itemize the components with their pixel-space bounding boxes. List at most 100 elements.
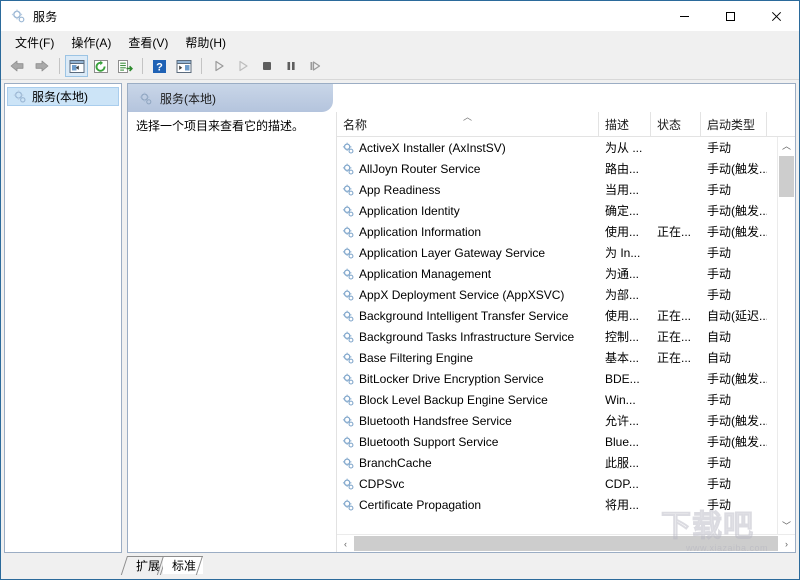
service-gear-icon bbox=[341, 267, 355, 281]
service-gear-icon bbox=[341, 477, 355, 491]
column-header-logon-as[interactable] bbox=[767, 112, 785, 136]
table-row[interactable]: App Readiness 当用... 手动 bbox=[337, 179, 795, 200]
table-row[interactable]: Background Intelligent Transfer Service 使… bbox=[337, 305, 795, 326]
stop-service-button[interactable] bbox=[255, 55, 278, 77]
cell-service-name: Background Intelligent Transfer Service bbox=[337, 309, 599, 323]
menu-file[interactable]: 文件(F) bbox=[7, 31, 63, 54]
table-row[interactable]: Base Filtering Engine 基本... 正在... 自动 bbox=[337, 347, 795, 368]
cell-service-name: Application Information bbox=[337, 225, 599, 239]
table-row[interactable]: AllJoyn Router Service 路由... 手动(触发... bbox=[337, 158, 795, 179]
toolbar: ? bbox=[1, 53, 799, 80]
horizontal-scroll-thumb[interactable] bbox=[354, 536, 778, 551]
start-service-button[interactable] bbox=[207, 55, 230, 77]
column-header-name-label: 名称 bbox=[343, 117, 368, 132]
cell-description: Win... bbox=[605, 392, 636, 407]
cell-startup-type: 手动 bbox=[707, 183, 732, 197]
scroll-up-button[interactable]: ︿ bbox=[778, 137, 795, 154]
table-row[interactable]: Certificate Propagation 将用... 手动 bbox=[337, 494, 795, 515]
cell-startup-type: 手动 bbox=[707, 477, 732, 491]
toolbar-separator bbox=[201, 58, 202, 74]
maximize-button[interactable] bbox=[707, 1, 753, 31]
table-row[interactable]: CDPSvc CDP... 手动 bbox=[337, 473, 795, 494]
table-row[interactable]: Application Layer Gateway Service 为 In...… bbox=[337, 242, 795, 263]
menu-help[interactable]: 帮助(H) bbox=[177, 31, 235, 54]
window-title: 服务 bbox=[33, 9, 58, 24]
restart-service-button[interactable] bbox=[303, 55, 326, 77]
service-description-panel: 选择一个项目来查看它的描述。 bbox=[128, 112, 336, 552]
tab-standard[interactable]: 标准 bbox=[163, 556, 204, 574]
cell-description: 为部... bbox=[605, 288, 640, 302]
vertical-scroll-thumb[interactable] bbox=[779, 156, 794, 197]
scroll-down-button[interactable]: ﹀ bbox=[778, 517, 795, 534]
service-name-label: AppX Deployment Service (AppXSVC) bbox=[359, 287, 565, 302]
table-row[interactable]: Block Level Backup Engine Service Win... 手… bbox=[337, 389, 795, 410]
service-name-label: CDPSvc bbox=[359, 476, 405, 491]
cell-startup-type: 手动 bbox=[707, 498, 732, 512]
pane-header-title: 服务(本地) bbox=[160, 91, 216, 106]
scroll-left-button[interactable]: ‹ bbox=[337, 535, 354, 552]
cell-service-name: Application Management bbox=[337, 267, 599, 281]
cell-description: 使用... bbox=[605, 309, 640, 323]
table-row[interactable]: AppX Deployment Service (AppXSVC) 为部... 手动 bbox=[337, 284, 795, 305]
table-row[interactable]: Bluetooth Handsfree Service 允许... 手动(触发... bbox=[337, 410, 795, 431]
cell-service-name: Base Filtering Engine bbox=[337, 351, 599, 365]
pane-header: 服务(本地) bbox=[128, 84, 795, 112]
window-properties-icon[interactable] bbox=[172, 55, 195, 77]
cell-description: 为 In... bbox=[605, 246, 641, 260]
vertical-scrollbar[interactable]: ︿ ﹀ bbox=[777, 137, 795, 534]
table-row[interactable]: ActiveX Installer (AxInstSV) 为从 ... 手动 bbox=[337, 137, 795, 158]
service-name-label: App Readiness bbox=[359, 182, 441, 197]
table-row[interactable]: Application Information 使用... 正在... 手动(触发..… bbox=[337, 221, 795, 242]
column-header-description[interactable]: 描述 bbox=[599, 112, 651, 136]
cell-description: 将用... bbox=[605, 498, 640, 512]
table-row[interactable]: BitLocker Drive Encryption Service BDE...… bbox=[337, 368, 795, 389]
start-all-button[interactable] bbox=[231, 55, 254, 77]
close-button[interactable] bbox=[753, 1, 799, 31]
back-button[interactable] bbox=[6, 55, 29, 77]
table-row[interactable]: Application Management 为通... 手动 bbox=[337, 263, 795, 284]
service-gear-icon bbox=[341, 435, 355, 449]
export-list-button[interactable] bbox=[113, 55, 136, 77]
cell-status: 正在... bbox=[657, 309, 692, 323]
services-gear-icon bbox=[12, 89, 27, 104]
help-button[interactable]: ? bbox=[148, 55, 171, 77]
cell-description: 使用... bbox=[605, 225, 640, 239]
cell-startup-type: 手动(触发... bbox=[707, 435, 767, 449]
refresh-button[interactable] bbox=[89, 55, 112, 77]
menu-action[interactable]: 操作(A) bbox=[63, 31, 120, 54]
service-gear-icon bbox=[341, 141, 355, 155]
cell-startup-type: 手动(触发... bbox=[707, 225, 767, 239]
column-header-startup-type[interactable]: 启动类型 bbox=[701, 112, 767, 136]
services-gear-icon bbox=[10, 8, 26, 24]
horizontal-scrollbar[interactable]: ‹ › bbox=[337, 534, 795, 552]
description-hint: 选择一个项目来查看它的描述。 bbox=[136, 119, 305, 133]
column-header-name[interactable]: 名称 ︿ bbox=[337, 112, 599, 136]
cell-service-name: BitLocker Drive Encryption Service bbox=[337, 372, 599, 386]
service-gear-icon bbox=[341, 204, 355, 218]
cell-startup-type: 手动 bbox=[707, 141, 732, 155]
pause-service-button[interactable] bbox=[279, 55, 302, 77]
minimize-button[interactable] bbox=[661, 1, 707, 31]
table-row[interactable]: BranchCache 此服... 手动 bbox=[337, 452, 795, 473]
scroll-right-button[interactable]: › bbox=[778, 535, 795, 552]
service-name-label: Block Level Backup Engine Service bbox=[359, 392, 548, 407]
cell-service-name: BranchCache bbox=[337, 456, 599, 470]
horizontal-scroll-track[interactable] bbox=[354, 535, 778, 552]
table-row[interactable]: Background Tasks Infrastructure Service 控… bbox=[337, 326, 795, 347]
forward-button[interactable] bbox=[30, 55, 53, 77]
table-row[interactable]: Bluetooth Support Service Blue... 手动(触发... bbox=[337, 431, 795, 452]
cell-startup-type: 手动 bbox=[707, 456, 732, 470]
service-gear-icon bbox=[341, 183, 355, 197]
table-row[interactable]: Application Identity 确定... 手动(触发... bbox=[337, 200, 795, 221]
cell-description: BDE... bbox=[605, 371, 640, 386]
service-name-label: Application Information bbox=[359, 224, 482, 239]
column-header-status[interactable]: 状态 bbox=[651, 112, 701, 136]
show-hide-tree-button[interactable] bbox=[65, 55, 88, 77]
cell-description: 路由... bbox=[605, 162, 640, 176]
tree-item-services-local[interactable]: 服务(本地) bbox=[7, 87, 119, 106]
services-window: 服务 文件(F) 操作(A) 查看(V) 帮助(H) ? 服务(本地) 服务(本… bbox=[0, 0, 800, 580]
menu-view[interactable]: 查看(V) bbox=[120, 31, 177, 54]
service-name-label: AllJoyn Router Service bbox=[359, 161, 481, 176]
cell-startup-type: 手动 bbox=[707, 393, 732, 407]
view-tabs: 扩展 标准 bbox=[1, 553, 799, 574]
